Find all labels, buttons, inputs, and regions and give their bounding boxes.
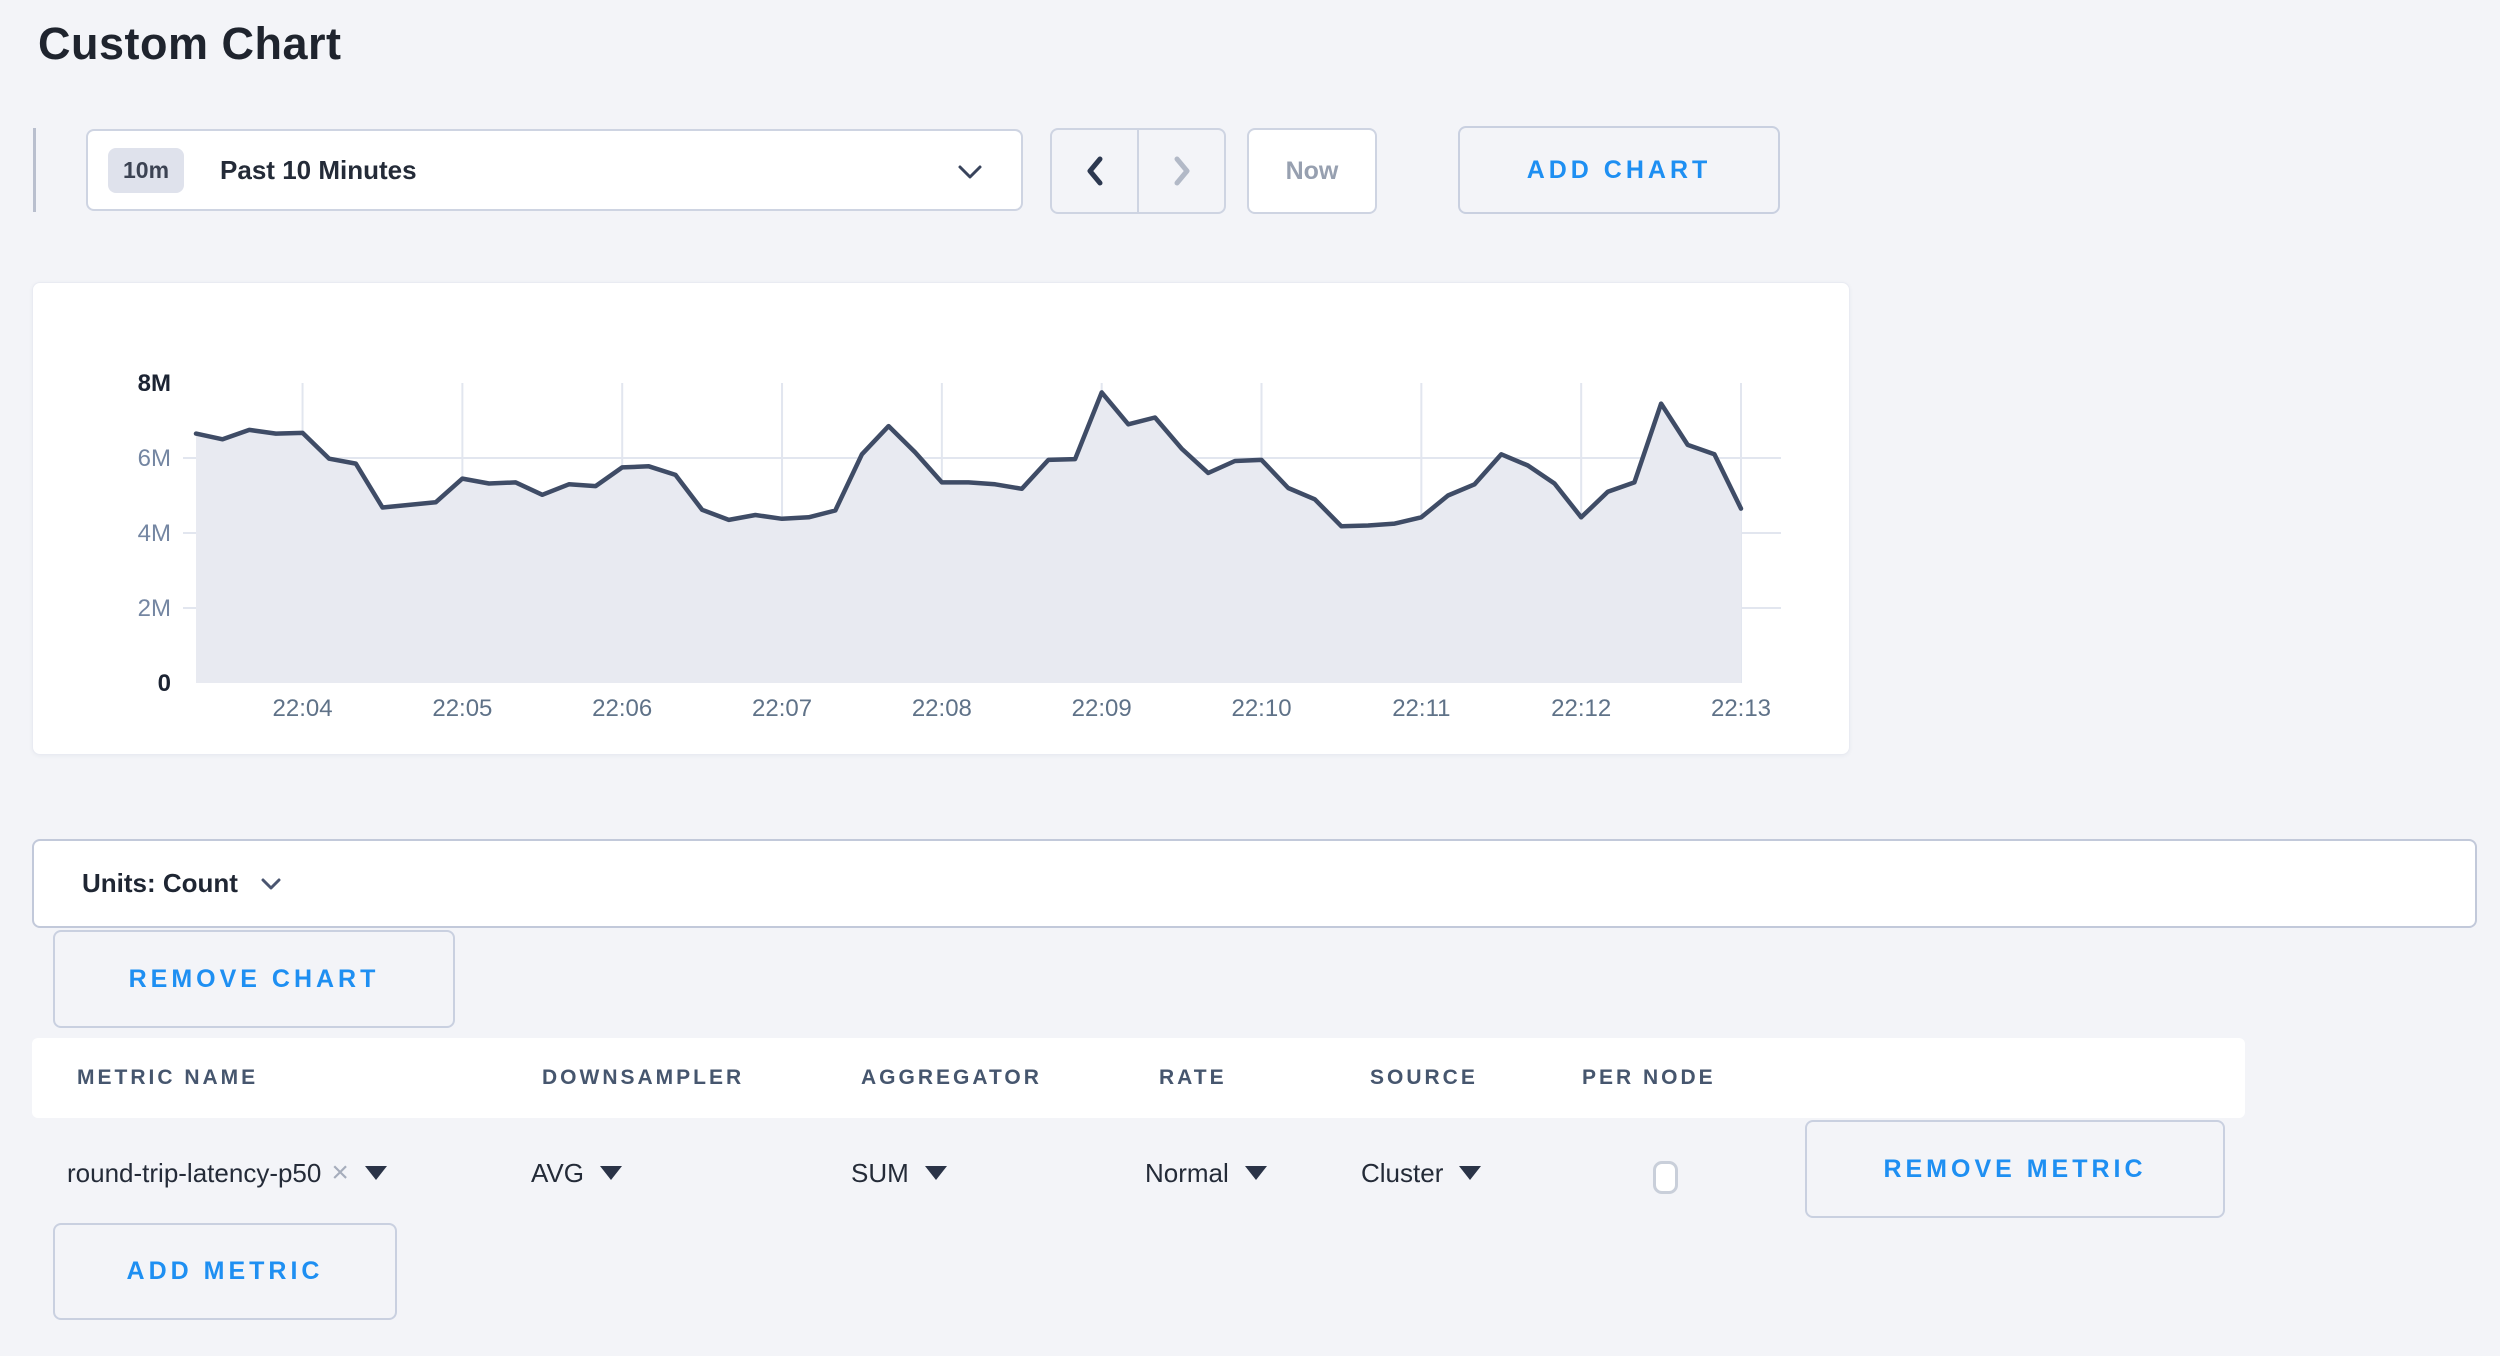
- column-header-per-node: PER NODE: [1582, 1038, 1716, 1118]
- time-pager: [1050, 128, 1226, 214]
- remove-chart-button[interactable]: REMOVE CHART: [53, 930, 455, 1028]
- next-time-button[interactable]: [1139, 130, 1224, 212]
- aggregator-value: SUM: [851, 1158, 909, 1189]
- chevron-left-icon: [1084, 155, 1106, 187]
- clear-metric-icon[interactable]: ×: [331, 1158, 349, 1188]
- downsampler-value: AVG: [531, 1158, 584, 1189]
- time-range-badge: 10m: [108, 148, 184, 193]
- column-header-metric-name: METRIC NAME: [77, 1038, 258, 1118]
- svg-text:22:07: 22:07: [752, 695, 812, 722]
- chevron-down-icon: [260, 877, 282, 891]
- chevron-down-icon: [957, 164, 983, 180]
- svg-text:22:09: 22:09: [1072, 695, 1132, 722]
- page-title: Custom Chart: [38, 18, 342, 70]
- per-node-checkbox[interactable]: [1653, 1161, 1678, 1194]
- svg-text:22:12: 22:12: [1551, 695, 1611, 722]
- prev-time-button[interactable]: [1052, 130, 1139, 212]
- units-label: Units: Count: [82, 868, 238, 899]
- chart-card: 22:04 22:05 22:06 22:07 22:08 22:09 22:10 22:11…: [32, 282, 1850, 755]
- units-dropdown[interactable]: Units: Count: [32, 839, 2477, 928]
- svg-text:22:06: 22:06: [592, 695, 652, 722]
- time-range-label: Past 10 Minutes: [220, 155, 417, 186]
- svg-text:0: 0: [158, 670, 171, 697]
- column-header-rate: RATE: [1159, 1038, 1227, 1118]
- add-metric-button[interactable]: ADD METRIC: [53, 1223, 397, 1320]
- custom-chart-page: Custom Chart 10m Past 10 Minutes Now ADD…: [0, 0, 2500, 1356]
- chevron-right-icon: [1171, 155, 1193, 187]
- svg-text:22:05: 22:05: [432, 695, 492, 722]
- dropdown-caret-icon: [600, 1166, 622, 1180]
- svg-text:8M: 8M: [138, 370, 171, 397]
- svg-text:22:04: 22:04: [273, 695, 333, 722]
- metric-name-select[interactable]: round-trip-latency-p50 ×: [67, 1118, 387, 1228]
- metric-name-value: round-trip-latency-p50: [67, 1158, 321, 1189]
- dropdown-caret-icon: [365, 1166, 387, 1180]
- svg-text:22:11: 22:11: [1392, 695, 1450, 722]
- now-button[interactable]: Now: [1247, 128, 1377, 214]
- dropdown-caret-icon: [1245, 1166, 1267, 1180]
- dropdown-caret-icon: [925, 1166, 947, 1180]
- svg-text:22:08: 22:08: [912, 695, 972, 722]
- downsampler-select[interactable]: AVG: [531, 1118, 622, 1228]
- column-header-aggregator: AGGREGATOR: [861, 1038, 1042, 1118]
- rate-value: Normal: [1145, 1158, 1229, 1189]
- svg-text:2M: 2M: [138, 595, 171, 622]
- toolbar-divider: [33, 128, 36, 212]
- rate-select[interactable]: Normal: [1145, 1118, 1267, 1228]
- add-chart-button[interactable]: ADD CHART: [1458, 126, 1780, 214]
- column-header-source: SOURCE: [1370, 1038, 1478, 1118]
- metrics-table-header: METRIC NAME DOWNSAMPLER AGGREGATOR RATE …: [32, 1038, 2245, 1118]
- remove-metric-button[interactable]: REMOVE METRIC: [1805, 1120, 2225, 1218]
- source-select[interactable]: Cluster: [1361, 1118, 1481, 1228]
- svg-text:22:10: 22:10: [1231, 695, 1291, 722]
- svg-text:22:13: 22:13: [1711, 695, 1771, 722]
- metric-area-chart: 22:04 22:05 22:06 22:07 22:08 22:09 22:10 22:11…: [33, 283, 1849, 754]
- svg-text:4M: 4M: [138, 520, 171, 547]
- svg-text:6M: 6M: [138, 445, 171, 472]
- column-header-downsampler: DOWNSAMPLER: [542, 1038, 744, 1118]
- aggregator-select[interactable]: SUM: [851, 1118, 947, 1228]
- source-value: Cluster: [1361, 1158, 1443, 1189]
- time-range-select[interactable]: 10m Past 10 Minutes: [86, 129, 1023, 211]
- dropdown-caret-icon: [1459, 1166, 1481, 1180]
